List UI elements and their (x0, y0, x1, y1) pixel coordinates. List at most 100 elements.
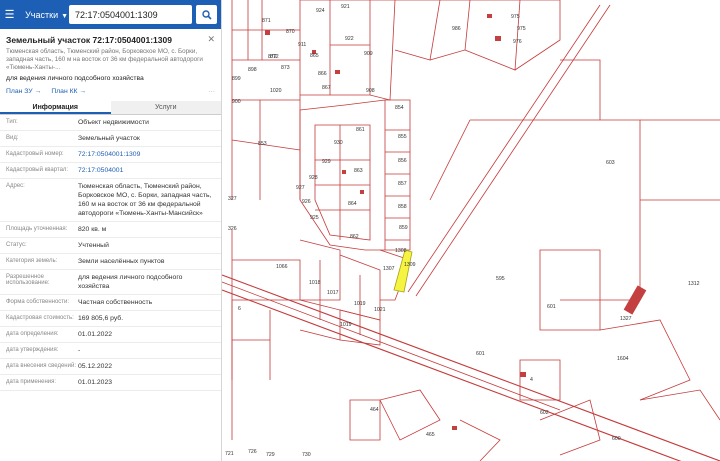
parcel-label: 928 (309, 175, 318, 181)
parcel-label: 601 (476, 351, 485, 357)
parcel-label: 859 (399, 225, 408, 231)
parcel-label: 862 (350, 234, 359, 240)
parcel-label: 927 (296, 185, 305, 191)
plan-zu-link[interactable]: План ЗУ → (6, 88, 41, 95)
parcel-purpose: для ведения личного подсобного хозяйства (6, 75, 144, 82)
parcel-label: 1017 (327, 290, 339, 296)
parcel-label: 1309 (404, 262, 416, 268)
parcel-label: 1308 (395, 248, 407, 254)
info-value: 820 кв. м (78, 226, 107, 233)
info-key: Кадастровый квартал: (6, 167, 69, 173)
parcel-label: 872 (270, 54, 279, 60)
info-key: Вид: (6, 135, 19, 141)
parcel-label: 6 (238, 306, 241, 312)
search-bar: ☰ Участки ▼ (0, 0, 221, 29)
info-key: Кадастровый номер: (6, 151, 64, 157)
parcel-label: 1312 (688, 281, 700, 287)
parcel-label: 870 (286, 29, 295, 35)
parcel-label: 865 (310, 53, 319, 59)
info-row: Кадастровый номер: 72:17:0504001:1309 (0, 147, 221, 163)
parcel-label: 855 (398, 134, 407, 140)
parcel-label: 595 (496, 276, 505, 282)
parcel-label: 866 (318, 71, 327, 77)
parcel-address-short: Тюменская область, Тюменский район, Борк… (6, 48, 203, 71)
parcel-label: 857 (398, 181, 407, 187)
parcel-label: 326 (228, 226, 237, 232)
more-icon[interactable]: ··· (208, 88, 215, 95)
plan-kk-link[interactable]: План КК → (51, 88, 86, 95)
info-key: Тип: (6, 119, 18, 125)
info-row: дата утверждения: - (0, 343, 221, 359)
info-table: Тип: Объект недвижимости Вид: Земельный уча… (0, 115, 221, 391)
parcel-title: Земельный участок 72:17:0504001:1309 (6, 35, 172, 45)
info-row: дата определения: 01.01.2022 (0, 327, 221, 343)
parcel-label: 1327 (620, 316, 632, 322)
parcel-label: 464 (370, 407, 379, 413)
parcel-label: 1066 (276, 264, 288, 270)
info-row: дата применения: 01.01.2023 (0, 375, 221, 391)
parcel-label: 925 (310, 215, 319, 221)
parcel-label: 900 (232, 99, 241, 105)
parcel-label: 730 (302, 452, 311, 458)
close-icon[interactable]: ✕ (207, 34, 215, 45)
parcel-label: 926 (302, 199, 311, 205)
parcel-label: 922 (345, 36, 354, 42)
parcel-label: 601 (547, 304, 556, 310)
info-key: Кадастровая стоимость: (6, 315, 74, 321)
info-panel: ☰ Участки▼ Земельный участок 72:17:05040… (0, 0, 222, 461)
info-key: дата внесения сведений: (6, 363, 76, 369)
info-value: 01.01.2023 (78, 379, 113, 386)
info-row: Тип: Объект недвижимости (0, 115, 221, 131)
tab-info[interactable]: Информация (0, 101, 111, 114)
search-input[interactable] (69, 5, 192, 24)
parcel-label: 853 (258, 141, 267, 147)
parcel-label: 856 (398, 158, 407, 164)
parcel-label: 929 (322, 159, 331, 165)
plan-links: План ЗУ → План КК → ··· (0, 84, 221, 99)
parcel-label: 921 (341, 4, 350, 10)
search-button[interactable] (196, 5, 217, 24)
info-row: Категория земель: Земли населённых пункто… (0, 254, 221, 270)
info-row: дата внесения сведений: 05.12.2022 (0, 359, 221, 375)
parcel-label: 924 (316, 8, 325, 14)
tab-services[interactable]: Услуги (110, 101, 221, 114)
parcel-label: 899 (232, 76, 241, 82)
parcel-label: 908 (366, 88, 375, 94)
parcel-label: 721 (225, 451, 234, 457)
parcel-label: 1019 (340, 322, 352, 328)
parcel-label: 602 (540, 410, 549, 416)
search-icon (201, 9, 212, 20)
info-row: Статус: Учтенный (0, 238, 221, 254)
info-row: Кадастровый квартал: 72:17:0504001 (0, 163, 221, 179)
info-value: - (78, 347, 81, 354)
parcel-label: 909 (364, 51, 373, 57)
parcel-label: 975 (517, 26, 526, 32)
parcel-label: 975 (511, 14, 520, 20)
info-key: Адрес: (6, 183, 25, 189)
parcel-label: 867 (322, 85, 331, 91)
info-row: Вид: Земельный участок (0, 131, 221, 147)
parcel-header: Земельный участок 72:17:0504001:1309 ✕ Т… (0, 29, 221, 84)
info-value[interactable]: 72:17:0504001:1309 (78, 150, 215, 159)
info-value: Тюменская область, Тюменский район, Борк… (78, 183, 212, 217)
parcel-label: 930 (334, 140, 343, 146)
panel-tabs: Информация Услуги (0, 101, 221, 115)
menu-icon[interactable]: ☰ (0, 8, 19, 21)
search-type-select[interactable]: Участки ▼ (19, 10, 69, 20)
info-value[interactable]: 72:17:0504001 (78, 166, 215, 175)
info-row: Адрес: Тюменская область, Тюменский район… (0, 179, 221, 222)
info-key: Форма собственности: (6, 299, 70, 305)
parcel-label: 327 (228, 196, 237, 202)
parcel-label: 465 (426, 432, 435, 438)
parcel-label: 729 (266, 452, 275, 458)
parcel-label: 863 (354, 168, 363, 174)
info-key: Категория земель: (6, 258, 58, 264)
info-value: Земли населённых пунктов (78, 258, 165, 265)
parcel-label: 1018 (309, 280, 321, 286)
info-key: дата применения: (6, 379, 57, 385)
parcel-label: 858 (398, 204, 407, 210)
info-value: Земельный участок (78, 135, 140, 142)
parcel-label: 898 (248, 67, 257, 73)
parcel-label: 603 (606, 160, 615, 166)
info-value: для ведения личного подсобного хозяйства (78, 274, 183, 290)
